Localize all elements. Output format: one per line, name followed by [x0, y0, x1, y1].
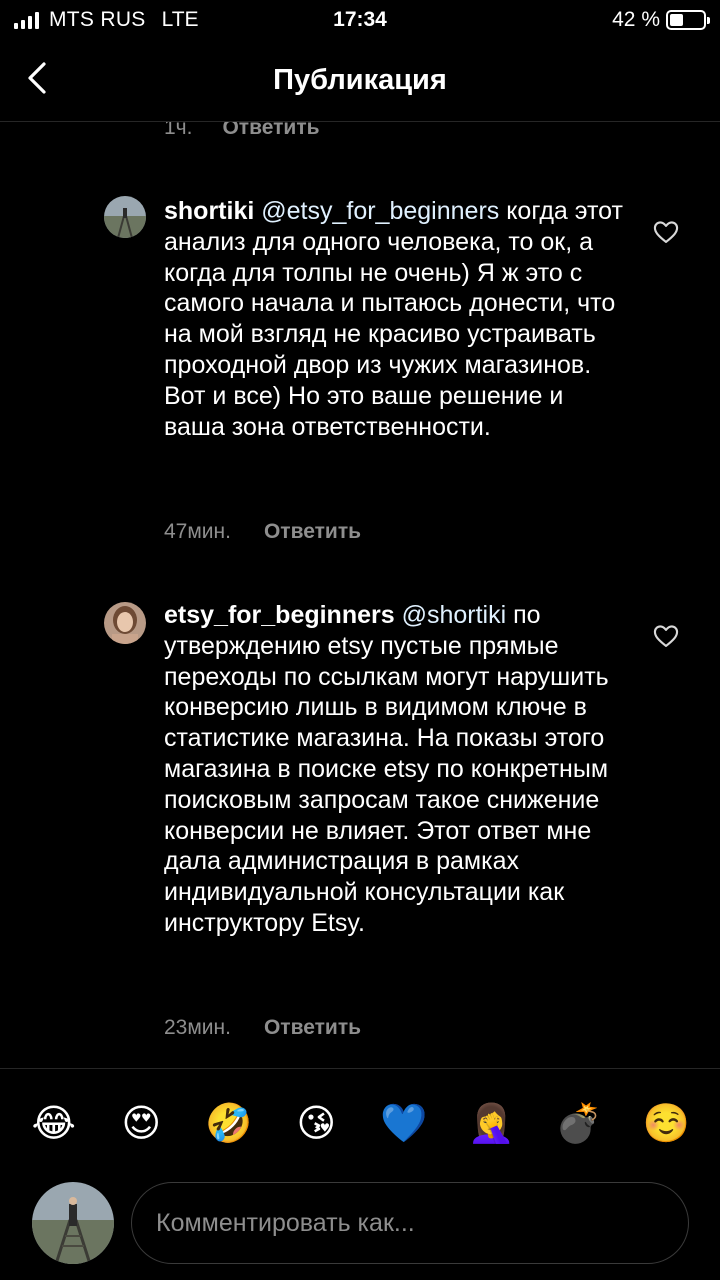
avatar[interactable]: [104, 196, 146, 238]
comments-list[interactable]: 1ч. Ответить shortiki @etsy_for_beginner…: [0, 122, 720, 1068]
battery-level: [670, 14, 684, 26]
user-avatar: [32, 1182, 114, 1264]
comment-time: 1ч.: [164, 122, 193, 139]
comment-body: по утверждению etsy пустые прямые перехо…: [164, 601, 609, 937]
battery-icon: [666, 10, 710, 30]
battery-percent: 42 %: [612, 8, 660, 31]
emoji-blue-heart[interactable]: 💙: [374, 1105, 434, 1143]
reply-button[interactable]: Ответить: [222, 122, 319, 140]
comment-username[interactable]: shortiki: [164, 197, 254, 225]
emoji-kiss[interactable]: 😘: [286, 1105, 346, 1143]
emoji-heart-eyes[interactable]: 😍: [111, 1105, 171, 1143]
nav-bar: Публикация: [0, 40, 720, 122]
comment-composer: [0, 1178, 720, 1280]
emoji-tears-of-joy[interactable]: 😂: [24, 1105, 84, 1143]
emoji-facepalm[interactable]: 🤦‍♀️: [461, 1105, 521, 1143]
emoji-bomb[interactable]: 💣: [549, 1105, 609, 1143]
comment-time: 47мин.: [164, 520, 231, 543]
comment-mention[interactable]: @shortiki: [402, 601, 507, 629]
emoji-bar: 😂 😍 🤣 😘 💙 🤦‍♀️ 💣 ☺️: [0, 1068, 720, 1178]
status-right: 42 %: [612, 8, 710, 32]
comment-body: когда этот анализ для одного человека, т…: [164, 197, 623, 441]
comment-meta: 23мин. Ответить: [164, 1016, 361, 1040]
like-heart-icon[interactable]: [652, 218, 680, 246]
comment-text: shortiki @etsy_for_beginners когда этот …: [164, 196, 624, 442]
comment-mention[interactable]: @etsy_for_beginners: [261, 197, 499, 225]
reply-button[interactable]: Ответить: [264, 520, 361, 544]
comment-input[interactable]: [131, 1182, 689, 1264]
comment-meta: 47мин. Ответить: [164, 520, 361, 544]
comment-time: 23мин.: [164, 1016, 231, 1039]
reply-button[interactable]: Ответить: [264, 1016, 361, 1040]
previous-comment-meta: 1ч. Ответить: [164, 122, 320, 140]
emoji-smiling[interactable]: ☺️: [636, 1105, 696, 1143]
like-heart-icon[interactable]: [652, 622, 680, 650]
emoji-rofl[interactable]: 🤣: [199, 1105, 259, 1143]
page-title: Публикация: [273, 64, 447, 96]
comment-text: etsy_for_beginners @shortiki по утвержде…: [164, 600, 624, 939]
comment-username[interactable]: etsy_for_beginners: [164, 601, 395, 629]
avatar[interactable]: [104, 602, 146, 644]
status-bar: MTS RUS LTE 17:34 42 %: [0, 0, 720, 40]
